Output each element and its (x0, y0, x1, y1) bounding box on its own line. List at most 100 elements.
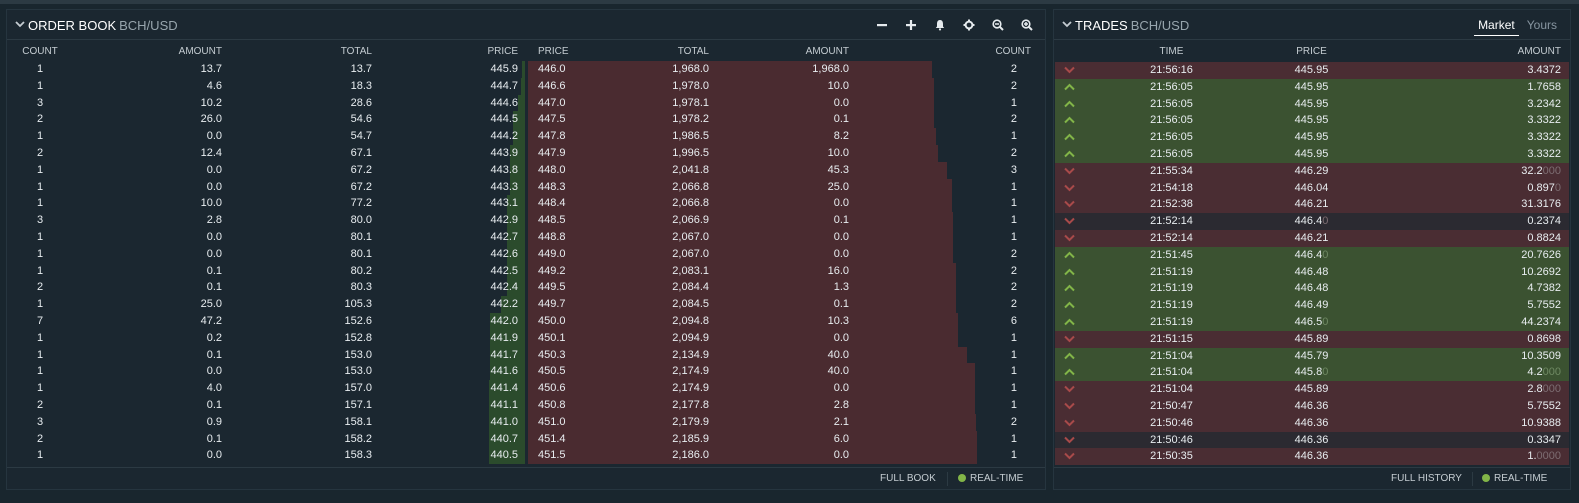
trade-row[interactable]: 21:54:18 446.04 0.8970 (1055, 179, 1569, 197)
trade-amount-main: 4.7382 (1527, 282, 1561, 295)
tab-yours[interactable]: Yours (1523, 18, 1561, 36)
trade-row[interactable]: 21:50:35 446.36 1.0000 (1055, 448, 1569, 466)
trade-amount: 1.7658 (1455, 79, 1561, 96)
tab-market[interactable]: Market (1474, 18, 1519, 36)
trade-row[interactable]: 21:50:47 446.36 5.7552 (1055, 398, 1569, 415)
trade-row[interactable]: 21:56:05 445.95 1.7658 (1055, 78, 1569, 96)
trade-row[interactable]: 21:51:15 445.89 0.8698 (1055, 330, 1569, 348)
bid-total: 18.3 (350, 79, 372, 92)
chevron-down-icon[interactable] (1062, 19, 1072, 29)
ask-amount: 25.0 (827, 180, 849, 193)
trade-amount-main: 3.3322 (1527, 148, 1561, 160)
bid-count-header[interactable]: COUNT (20, 46, 60, 57)
bid-count: 3 (36, 415, 44, 428)
bid-total: 67.2 (350, 180, 372, 193)
trade-amount-main: 3.4372 (1527, 64, 1561, 76)
trade-row[interactable]: 21:52:14 446.21 0.8824 (1055, 230, 1569, 247)
trades-header: TRADES BCH/USD Market Yours (1054, 10, 1570, 39)
bid-price-header[interactable]: PRICE (447, 46, 518, 57)
bid-count: 2 (36, 398, 44, 411)
trade-row[interactable]: 21:51:04 445.89 2.8000 (1055, 381, 1569, 398)
trade-time: 21:56:05 (1150, 80, 1193, 93)
trade-row[interactable]: 21:51:19 446.49 5.7552 (1055, 297, 1569, 314)
trade-row[interactable]: 21:56:16 445.95 3.4372 (1055, 62, 1569, 79)
trade-time: 21:50:46 (1150, 433, 1193, 446)
ask-amount: 0.0 (833, 449, 849, 462)
zoom-out-icon[interactable] (990, 17, 1006, 33)
trade-row[interactable]: 21:52:14 446.40 0.2374 (1055, 213, 1569, 230)
trade-price: 445.95 (1274, 129, 1349, 146)
chevron-down-icon[interactable] (15, 19, 25, 29)
arrow-down-icon (1064, 419, 1075, 427)
ask-price: 448.3 (538, 180, 566, 193)
full-history-link[interactable]: FULL HISTORY (1391, 473, 1462, 484)
ask-depth-bar (527, 363, 975, 381)
trade-price-main: 446.4 (1294, 248, 1323, 261)
trade-time: 21:55:34 (1150, 164, 1193, 177)
bid-total-header[interactable]: TOTAL (297, 46, 372, 57)
trade-row[interactable]: 21:56:05 445.95 3.2342 (1055, 95, 1569, 113)
trade-row[interactable]: 21:51:04 445.80 4.2000 (1055, 364, 1569, 382)
gear-icon[interactable] (961, 17, 977, 33)
full-book-link[interactable]: FULL BOOK (880, 473, 936, 484)
trade-price: 445.89 (1274, 381, 1349, 398)
ask-depth-bar (527, 329, 958, 347)
trade-price-header[interactable]: PRICE (1274, 46, 1349, 57)
trade-row[interactable]: 21:51:45 446.40 20.7626 (1055, 246, 1569, 264)
arrow-up-icon (1064, 284, 1075, 292)
bid-price: 441.0 (490, 415, 518, 428)
trade-time-header[interactable]: TIME (1134, 46, 1209, 57)
trade-price-main: 445.95 (1294, 131, 1329, 144)
ask-amount: 8.2 (833, 130, 849, 143)
trade-price-main: 445.79 (1294, 349, 1329, 362)
ask-total-header[interactable]: TOTAL (632, 46, 709, 57)
trade-row[interactable]: 21:51:19 446.50 44.2374 (1055, 314, 1569, 331)
bid-count: 2 (36, 146, 44, 159)
arrow-down-icon (1064, 217, 1075, 225)
bid-count: 2 (36, 281, 44, 294)
bid-price: 442.0 (490, 314, 518, 327)
trade-row[interactable]: 21:52:38 446.21 31.3176 (1055, 196, 1569, 214)
ask-total: 2,174.9 (672, 365, 709, 378)
ask-count: 2 (1010, 63, 1017, 75)
trade-amount-main: 0.3347 (1527, 433, 1561, 446)
arrow-up-icon (1064, 150, 1075, 158)
trade-price: 446.36 (1274, 398, 1349, 415)
plus-icon[interactable] (903, 17, 919, 33)
trade-time: 21:50:47 (1150, 400, 1193, 412)
trade-row[interactable]: 21:56:05 445.95 3.3322 (1055, 112, 1569, 130)
trade-row[interactable]: 21:56:05 445.95 3.3322 (1055, 129, 1569, 146)
minus-icon[interactable] (874, 17, 890, 33)
trade-amount: 1.0000 (1455, 448, 1561, 465)
ask-count-header[interactable]: COUNT (967, 46, 1031, 57)
arrow-up-icon (1064, 133, 1075, 141)
trade-amount: 3.3322 (1455, 129, 1561, 146)
trade-price: 445.95 (1274, 146, 1349, 163)
bid-total: 105.3 (344, 298, 372, 311)
zoom-in-icon[interactable] (1019, 17, 1035, 33)
bid-price: 444.5 (490, 113, 518, 126)
trade-amount: 3.4372 (1455, 62, 1561, 79)
trade-price: 445.95 (1274, 112, 1349, 129)
bid-total: 158.2 (344, 432, 372, 445)
trade-row[interactable]: 21:51:04 445.79 10.3509 (1055, 347, 1569, 365)
ask-price-header[interactable]: PRICE (538, 46, 569, 57)
trade-time: 21:50:35 (1150, 450, 1193, 463)
bid-amount-header[interactable]: AMOUNT (147, 46, 222, 57)
trade-row[interactable]: 21:51:19 446.48 10.2692 (1055, 263, 1569, 281)
ask-total: 1,978.0 (672, 79, 709, 92)
trade-row[interactable]: 21:55:34 446.29 32.2000 (1055, 162, 1569, 180)
bid-total: 153.0 (344, 348, 372, 361)
trade-row[interactable]: 21:56:05 445.95 3.3322 (1055, 146, 1569, 163)
bell-icon[interactable] (932, 17, 948, 33)
bid-amount: 10.2 (200, 96, 222, 109)
bid-total: 80.0 (350, 214, 372, 227)
trade-amount-header[interactable]: AMOUNT (1474, 46, 1561, 57)
trade-row[interactable]: 21:50:46 446.36 0.3347 (1055, 431, 1569, 449)
ask-amount: 45.3 (827, 163, 849, 176)
trade-row[interactable]: 21:51:19 446.48 4.7382 (1055, 280, 1569, 298)
ask-amount-header[interactable]: AMOUNT (772, 46, 849, 57)
trade-amount-pad: 000 (1542, 383, 1561, 396)
trade-row[interactable]: 21:50:46 446.36 10.9388 (1055, 414, 1569, 432)
bid-total: 152.6 (344, 314, 372, 327)
